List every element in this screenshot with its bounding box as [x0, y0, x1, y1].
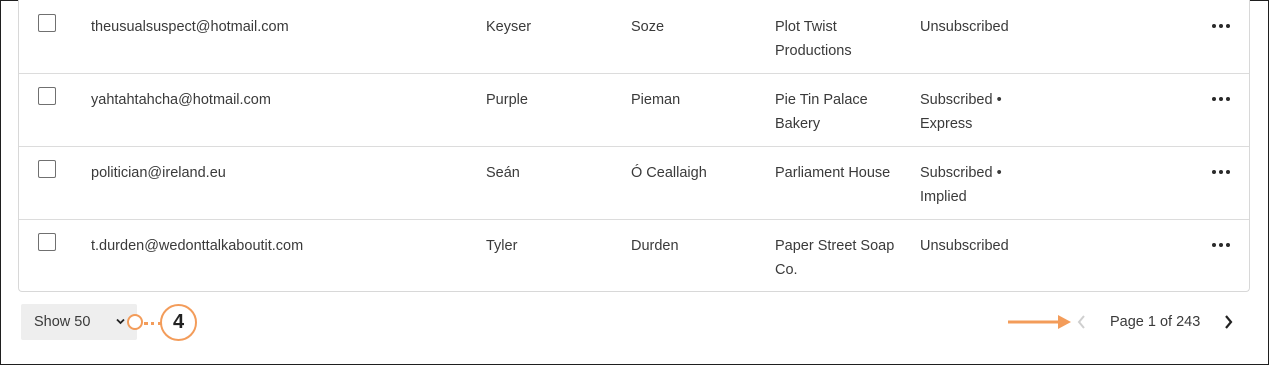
email-cell: yahtahtahcha@hotmail.com: [91, 92, 271, 108]
company-cell: Plot Twist Productions: [775, 19, 852, 59]
row-checkbox[interactable]: [38, 14, 56, 32]
page-size-select[interactable]: Show 50: [21, 304, 137, 340]
more-horizontal-icon[interactable]: [1210, 162, 1234, 182]
page-size-label: Show 50: [34, 314, 91, 330]
last-name-cell: Pieman: [631, 92, 681, 108]
chevron-down-icon: [116, 318, 125, 325]
status-cell: Subscribed • Implied: [920, 165, 1002, 205]
company-cell: Paper Street Soap Co.: [775, 238, 895, 278]
more-horizontal-icon[interactable]: [1210, 16, 1234, 36]
table-row: yahtahtahcha@hotmail.com Purple Pieman P…: [19, 73, 1249, 147]
row-checkbox[interactable]: [38, 233, 56, 251]
email-cell: theusualsuspect@hotmail.com: [91, 19, 289, 35]
table-row: theusualsuspect@hotmail.com Keyser Soze …: [19, 0, 1249, 74]
first-name-cell: Keyser: [486, 19, 532, 35]
first-name-cell: Seán: [486, 165, 520, 181]
status-cell: Subscribed • Express: [920, 92, 1002, 132]
first-name-cell: Purple: [486, 92, 528, 108]
email-cell: politician@ireland.eu: [91, 165, 226, 181]
arrow-right-icon: [1008, 315, 1071, 329]
last-name-cell: Durden: [631, 238, 679, 254]
row-checkbox[interactable]: [38, 87, 56, 105]
more-horizontal-icon[interactable]: [1210, 89, 1234, 109]
company-cell: Pie Tin Palace Bakery: [775, 92, 868, 132]
more-horizontal-icon[interactable]: [1210, 235, 1234, 255]
page-indicator: Page 1 of 243: [1110, 314, 1201, 330]
table-row: politician@ireland.eu Seán Ó Ceallaigh P…: [19, 146, 1249, 220]
row-checkbox[interactable]: [38, 160, 56, 178]
chevron-right-icon[interactable]: [1222, 314, 1234, 330]
callout-badge: 4: [160, 304, 197, 341]
contacts-table: theusualsuspect@hotmail.com Keyser Soze …: [18, 0, 1250, 292]
table-row: t.durden@wedonttalkaboutit.com Tyler Dur…: [19, 219, 1249, 292]
email-cell: t.durden@wedonttalkaboutit.com: [91, 238, 304, 254]
callout-anchor: [127, 314, 143, 330]
company-cell: Parliament House: [775, 165, 891, 181]
status-cell: Unsubscribed: [920, 19, 1009, 35]
status-cell: Unsubscribed: [920, 238, 1009, 254]
last-name-cell: Ó Ceallaigh: [631, 165, 707, 181]
last-name-cell: Soze: [631, 19, 665, 35]
chevron-left-icon[interactable]: [1076, 314, 1088, 330]
first-name-cell: Tyler: [486, 238, 518, 254]
